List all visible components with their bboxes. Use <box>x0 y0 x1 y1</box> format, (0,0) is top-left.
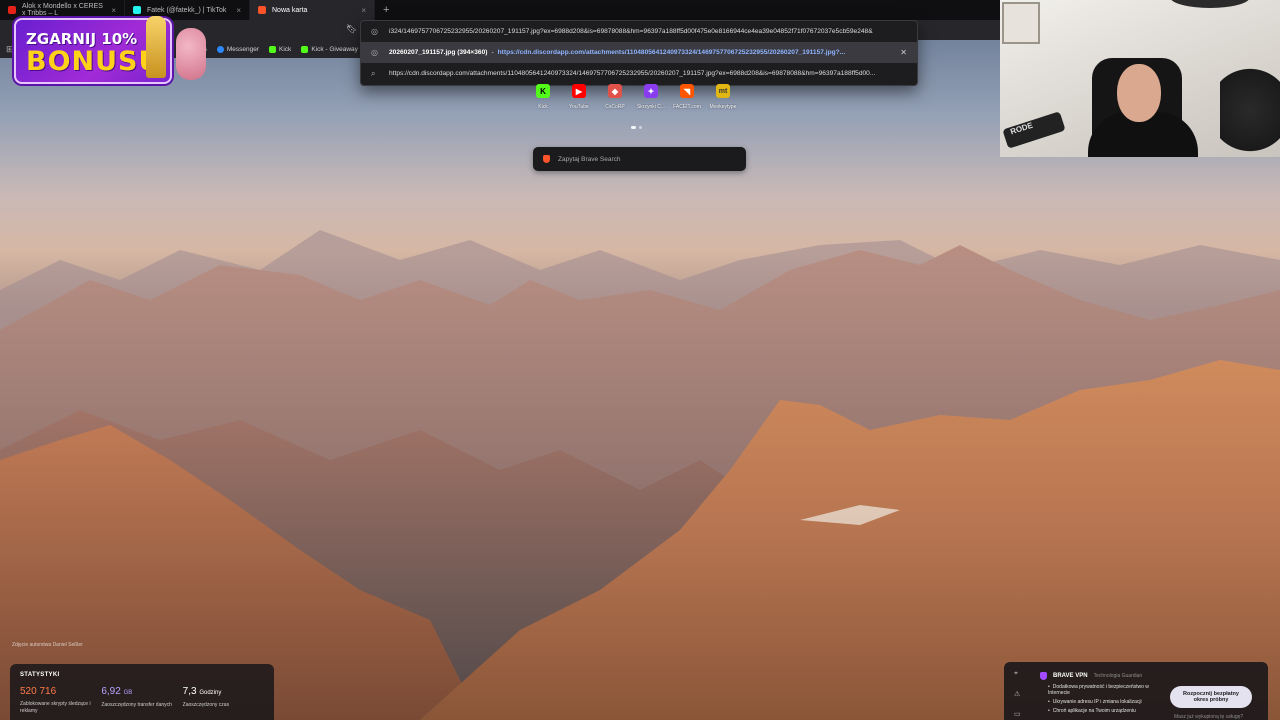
suggestion-url: https://cdn.discordapp.com/attachments/1… <box>497 49 846 56</box>
mascot-icon <box>176 28 206 80</box>
brave-icon <box>258 6 266 14</box>
stats-widget: STATYSTYKI 520 716 Zablokowane skrypty ś… <box>10 664 274 720</box>
address-bar-dropdown: ◎ i324/1469757706725232955/20260207_1911… <box>360 20 918 86</box>
bookmark-kick-giveaway[interactable]: Kick - Giveaway <box>301 45 358 53</box>
top-site-label: YouTube <box>569 104 589 110</box>
top-sites-pagination[interactable] <box>631 126 642 129</box>
location-icon[interactable]: ⌖ <box>1014 670 1021 678</box>
stat-bandwidth: 6,92 GB Zaoszczędzony transfer danych <box>101 687 182 714</box>
stat-unit: GB <box>123 690 133 696</box>
bookmark-kick[interactable]: Kick <box>269 45 292 53</box>
bookmark-icon[interactable]: 🔖︎ <box>346 24 357 35</box>
search-placeholder: Zapytaj Brave Search <box>558 155 621 163</box>
suggestion-file[interactable]: ◎ 20260207_191157.jpg (394×360) - https:… <box>361 42 917 63</box>
top-site-faceit[interactable]: ◥ FACEIT.com <box>673 84 701 110</box>
suggestion-title: 20260207_191157.jpg (394×360) <box>389 49 488 56</box>
address-input[interactable]: ◎ i324/1469757706725232955/20260207_1911… <box>361 21 917 42</box>
search-icon: ⌕ <box>371 68 376 78</box>
vpn-widget: ⌖ ⚠ ▭ BRAVE VPN Technologia Guardian Dod… <box>1004 662 1268 720</box>
top-site-kick[interactable]: K Kick <box>532 84 554 110</box>
top-site-label: Monkeytype <box>709 104 737 110</box>
promo-line-2: BONUSU <box>26 46 162 77</box>
bookmark-label: Messenger <box>226 45 260 53</box>
remove-suggestion-icon[interactable]: ✕ <box>900 48 907 57</box>
already-purchased-link[interactable]: Masz już wykupioną tę usługę? <box>1174 714 1243 720</box>
tab-label: Fatek (@fatekk_) | TikTok <box>147 6 227 14</box>
tab-music-video[interactable]: Alok x Mondello x CERES x Tribbs – L × <box>0 0 125 20</box>
new-tab-button[interactable]: + <box>375 4 397 16</box>
kick-icon <box>301 45 309 53</box>
vpn-feature: Ukrywanie adresu IP i zmiana lokalizacji <box>1048 699 1166 705</box>
vpn-feature: Dodatkowa prywatność i bezpieczeństwo w … <box>1048 684 1166 696</box>
tiktok-icon <box>133 6 141 14</box>
wall-frame <box>1002 2 1040 44</box>
globe-icon: ◎ <box>371 48 378 57</box>
apps-grid-icon[interactable]: ⊞ <box>6 44 14 55</box>
close-icon[interactable]: × <box>236 6 241 15</box>
kick-icon <box>269 45 277 53</box>
tab-tiktok[interactable]: Fatek (@fatekk_) | TikTok × <box>125 0 250 20</box>
stat-unit: Godziny <box>199 690 222 696</box>
close-icon[interactable]: × <box>361 6 366 15</box>
monkeytype-icon: mt <box>716 84 730 98</box>
cscorp-icon: ◆ <box>608 84 622 98</box>
tab-label: Nowa karta <box>272 6 308 14</box>
plant <box>1220 60 1280 157</box>
photo-credit[interactable]: Zdjęcie autorstwa Daniel Seßler <box>12 642 83 648</box>
brave-search-box[interactable]: Zapytaj Brave Search <box>533 147 746 171</box>
youtube-icon: ▶ <box>572 84 586 98</box>
vpn-shield-icon <box>1040 672 1047 680</box>
streamer-face <box>1117 64 1161 122</box>
warning-icon[interactable]: ⚠ <box>1014 690 1021 698</box>
skrzynki-icon: ✦ <box>644 84 658 98</box>
bookmark-messenger[interactable]: Messenger <box>216 45 260 53</box>
tab-new-tab[interactable]: Nowa karta × <box>250 0 375 20</box>
stat-time: 7,3 Godziny Zaoszczędzony czas <box>183 687 264 714</box>
youtube-icon <box>8 6 16 14</box>
vpn-title: BRAVE VPN <box>1053 673 1088 679</box>
top-site-skrzynki[interactable]: ✦ Skrzynki C... <box>637 84 665 110</box>
address-input-value: i324/1469757706725232955/20260207_191157… <box>389 28 873 35</box>
tab-label: Alok x Mondello x CERES x Tribbs – L <box>22 3 103 17</box>
stat-value: 6,92 <box>101 686 121 697</box>
top-site-monkeytype[interactable]: mt Monkeytype <box>710 84 736 110</box>
top-site-cscorp[interactable]: ◆ CsCoRP <box>604 84 626 110</box>
top-site-label: FACEIT.com <box>673 104 701 110</box>
widget-side-icons: ⌖ ⚠ ▭ <box>1014 670 1021 718</box>
vpn-tech-label: Technologia Guardian <box>1093 673 1143 679</box>
stat-value: 520 716 <box>20 686 57 697</box>
suggestion-search-text: https://cdn.discordapp.com/attachments/1… <box>389 70 876 77</box>
top-site-label: Kick <box>538 104 548 110</box>
page-dot[interactable] <box>639 126 642 129</box>
suggestion-search[interactable]: ⌕ https://cdn.discordapp.com/attachments… <box>361 63 917 84</box>
bookmark-label: Kick - Giveaway <box>311 45 358 53</box>
statue-icon <box>146 16 166 78</box>
lamp <box>1170 0 1250 8</box>
stat-description: Zaoszczędzony transfer danych <box>101 702 172 708</box>
stat-value: 7,3 <box>182 686 197 697</box>
start-trial-button[interactable]: Rozpocznij bezpłatny okres próbny <box>1170 686 1252 708</box>
stat-description: Zablokowane skrypty śledzące i reklamy <box>20 701 91 714</box>
top-site-label: Skrzynki C... <box>636 104 666 110</box>
stats-title: STATYSTYKI <box>20 672 60 678</box>
close-icon[interactable]: × <box>111 6 116 15</box>
stat-blocked: 520 716 Zablokowane skrypty śledzące i r… <box>20 687 101 714</box>
suggestion-separator: - <box>491 49 494 56</box>
card-icon[interactable]: ▭ <box>1014 710 1021 718</box>
top-sites: K Kick ▶ YouTube ◆ CsCoRP ✦ Skrzynki C..… <box>532 84 736 110</box>
messenger-icon <box>216 45 224 53</box>
brave-icon <box>543 155 550 163</box>
top-site-label: CsCoRP <box>605 104 625 110</box>
page-dot-active[interactable] <box>631 126 636 129</box>
vpn-feature: Chroń aplikacje na Twoim urządzeniu <box>1048 708 1166 714</box>
faceit-icon: ◥ <box>680 84 694 98</box>
webcam-feed: RODE <box>1000 0 1280 157</box>
vpn-feature-list: Dodatkowa prywatność i bezpieczeństwo w … <box>1048 684 1166 717</box>
top-site-youtube[interactable]: ▶ YouTube <box>568 84 590 110</box>
stat-description: Zaoszczędzony czas <box>182 702 230 708</box>
kick-icon: K <box>536 84 550 98</box>
bookmark-label: Kick <box>279 45 292 53</box>
site-info-icon: ◎ <box>371 27 378 36</box>
